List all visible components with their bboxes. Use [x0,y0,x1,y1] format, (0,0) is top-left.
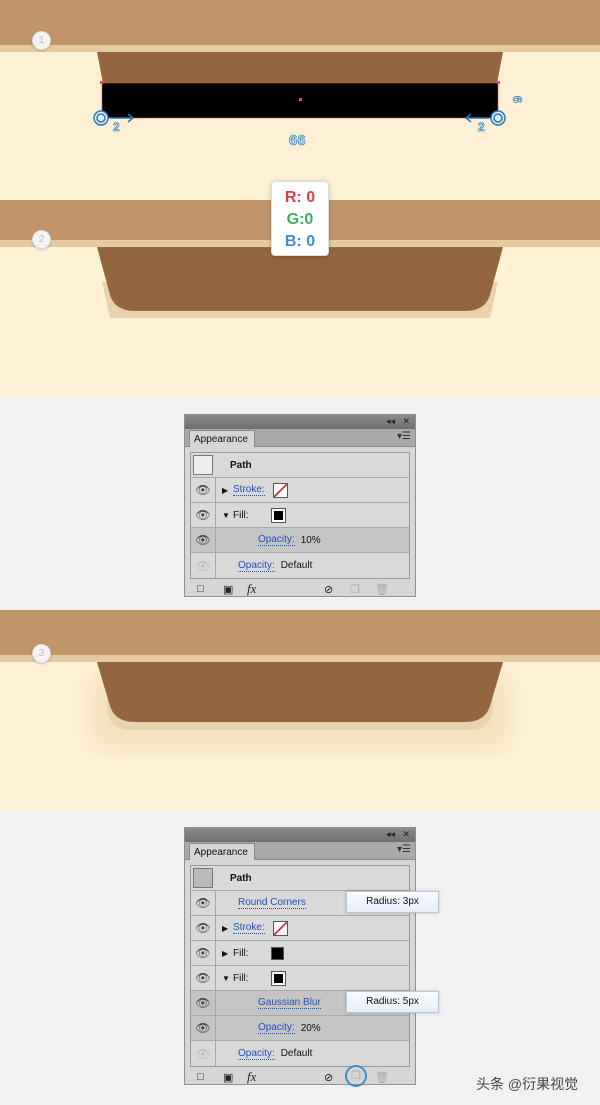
left-offset-label: 2 [113,120,120,135]
expand-icon[interactable]: ▶ [222,924,233,933]
eye-icon[interactable]: 👁 [191,916,216,940]
step-1-canvas: 1 2 2 66 6 [0,0,600,200]
green-value: G:0 [286,211,314,228]
opacity-link[interactable]: Opacity: [238,1048,275,1060]
clear-icon[interactable]: ⊘ [324,1071,333,1084]
stroke-swatch[interactable] [272,482,288,498]
opacity-link[interactable]: Opacity: [258,534,295,546]
clear-icon[interactable]: ⊘ [324,583,333,596]
path-thumbnail [193,868,213,888]
step-badge: 2 [32,230,51,249]
blue-value: B: 0 [284,233,316,250]
right-offset-label: 2 [478,120,485,135]
fill-label[interactable]: Fill: [233,510,249,521]
eye-icon[interactable]: 👁 [191,1016,216,1040]
rgb-color-card: R: 0 G:0 B: 0 [271,181,329,256]
brown-shape [90,662,510,750]
path-label: Path [230,459,252,471]
collapse-icon[interactable]: ▼ [222,974,233,983]
fill-label[interactable]: Fill: [233,973,249,984]
stroke-swatch[interactable] [272,920,288,936]
fx-icon[interactable]: fx [247,1069,256,1085]
appearance-panel: ◂◂ ✕ Appearance ▾☰ Path 👁 ▶ Stroke: 👁 ▼ Fill: … [184,414,416,597]
eye-icon[interactable]: 👁 [191,503,216,527]
height-label: 6 [510,95,526,104]
fill-swatch[interactable] [270,970,286,986]
collapse-icon[interactable]: ▼ [222,511,233,520]
eye-icon[interactable]: 👁 [191,478,216,502]
gaussian-blur-tooltip: Radius: 5px [346,991,439,1013]
round-corners-link[interactable]: Round Corners [238,897,306,909]
opacity-link[interactable]: Opacity: [238,560,275,572]
step-badge: 1 [32,31,51,50]
eye-icon[interactable]: 👁 [191,1041,216,1066]
expand-icon[interactable]: ▶ [222,486,233,495]
fill-swatch[interactable] [270,507,286,523]
panel-menu-icon[interactable]: ▾☰ [397,431,411,442]
path-thumbnail [193,455,213,475]
opacity-link[interactable]: Opacity: [258,1022,295,1034]
round-corners-tooltip: Radius: 3px [346,891,439,913]
fill-label[interactable]: Fill: [233,948,249,959]
panel-titlebar: ◂◂ ✕ [185,828,415,842]
collapse-icon[interactable]: ◂◂ [386,829,395,840]
step-badge: 3 [32,644,51,663]
close-icon[interactable]: ✕ [402,416,410,427]
panel-titlebar: ◂◂ ✕ [185,415,415,429]
appearance-panel: ◂◂ ✕ Appearance ▾☰ Path 👁 Round Corners 👁 ▶ S… [184,827,416,1087]
eye-icon[interactable]: 👁 [191,991,216,1015]
close-icon[interactable]: ✕ [402,829,410,840]
opacity-value: Default [280,1048,313,1059]
tab-appearance[interactable]: Appearance [189,430,255,447]
step-3-canvas: 3 [0,610,600,810]
eye-icon[interactable]: 👁 [191,966,216,990]
eye-icon[interactable]: 👁 [191,891,216,915]
expand-icon[interactable]: ▶ [222,949,233,958]
trash-icon[interactable]: 🗑 [375,1071,389,1084]
duplicate-icon[interactable]: ❐ [350,583,360,596]
add-fill-icon[interactable]: ▣ [223,583,233,596]
opacity-value: 20% [300,1022,321,1034]
eye-icon[interactable]: 👁 [191,553,216,578]
panel-menu-icon[interactable]: ▾☰ [397,844,411,855]
watermark: 头条 @衍果视觉 [476,1076,579,1092]
opacity-value: Default [280,560,313,571]
path-label: Path [230,872,252,884]
stroke-link[interactable]: Stroke: [233,922,265,934]
add-stroke-icon[interactable]: □ [197,583,204,595]
eye-icon[interactable]: 👁 [191,528,216,552]
gaussian-blur-link[interactable]: Gaussian Blur [258,997,321,1009]
add-fill-icon[interactable]: ▣ [223,1071,233,1084]
trash-icon[interactable]: 🗑 [375,583,389,596]
tab-appearance[interactable]: Appearance [189,843,255,860]
duplicate-icon[interactable]: ❐ [345,1065,367,1087]
eye-icon[interactable]: 👁 [191,941,216,965]
width-label: 66 [289,132,306,150]
stroke-link[interactable]: Stroke: [233,484,265,496]
add-stroke-icon[interactable]: □ [197,1071,204,1083]
collapse-icon[interactable]: ◂◂ [386,416,395,427]
fill-swatch[interactable] [270,946,284,960]
opacity-value: 10% [300,534,321,546]
red-value: R: 0 [284,189,316,206]
fx-icon[interactable]: fx [247,581,256,597]
